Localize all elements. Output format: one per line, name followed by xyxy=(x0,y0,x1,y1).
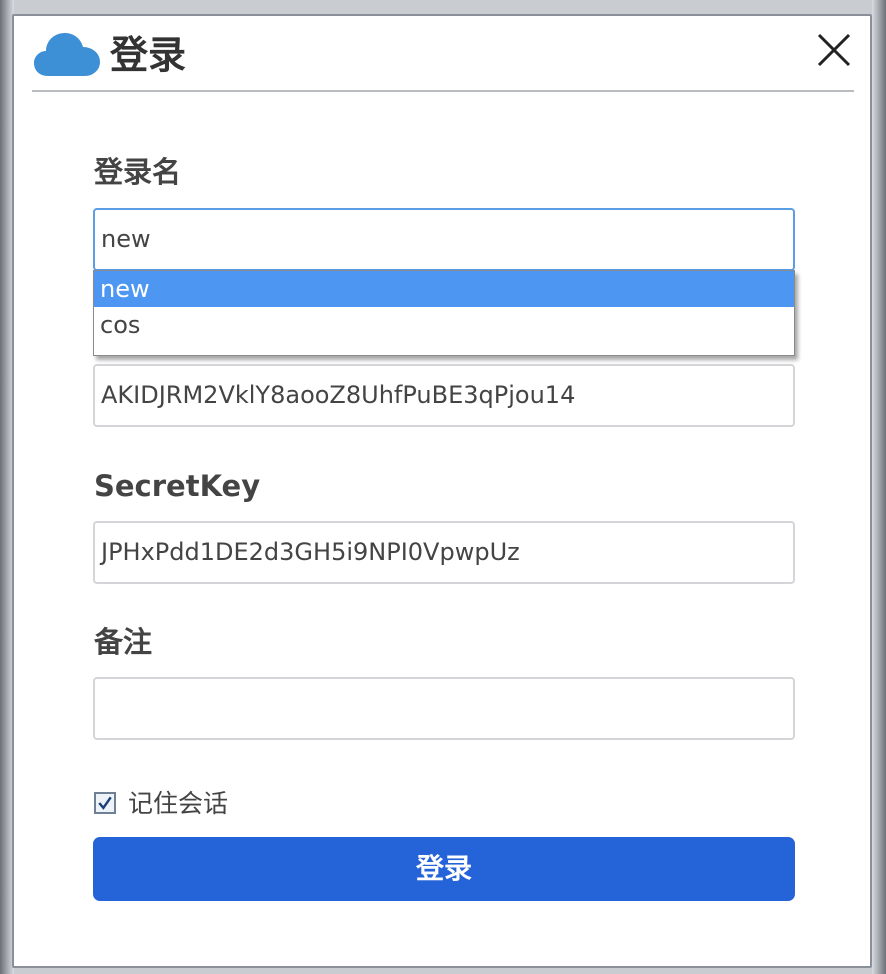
login-dialog: 登录 登录名 new AKIDJRM2VklY8aooZ8UhfPuBE3qPj… xyxy=(12,14,872,968)
secret-id-input[interactable]: AKIDJRM2VklY8aooZ8UhfPuBE3qPjou14 xyxy=(93,364,795,427)
cloud-icon xyxy=(34,33,100,76)
secret-key-input[interactable]: JPHxPdd1DE2d3GH5i9NPI0VpwpUz xyxy=(93,521,795,584)
login-button[interactable]: 登录 xyxy=(93,837,795,901)
remember-session-label[interactable]: 记住会话 xyxy=(128,788,228,820)
secret-key-label: SecretKey xyxy=(94,469,261,503)
login-name-label: 登录名 xyxy=(94,155,182,189)
dialog-title: 登录 xyxy=(110,33,187,77)
dropdown-option-new[interactable]: new xyxy=(94,271,794,307)
login-name-input[interactable]: new xyxy=(93,208,795,271)
dropdown-option-cos[interactable]: cos xyxy=(94,307,794,343)
dialog-header: 登录 xyxy=(32,24,854,92)
desktop-background-right xyxy=(872,0,886,974)
close-icon[interactable] xyxy=(814,30,854,70)
login-name-dropdown: new cos xyxy=(93,270,795,356)
remark-label: 备注 xyxy=(94,625,153,659)
remark-input[interactable] xyxy=(93,677,795,740)
remember-session-checkbox[interactable] xyxy=(94,792,116,814)
